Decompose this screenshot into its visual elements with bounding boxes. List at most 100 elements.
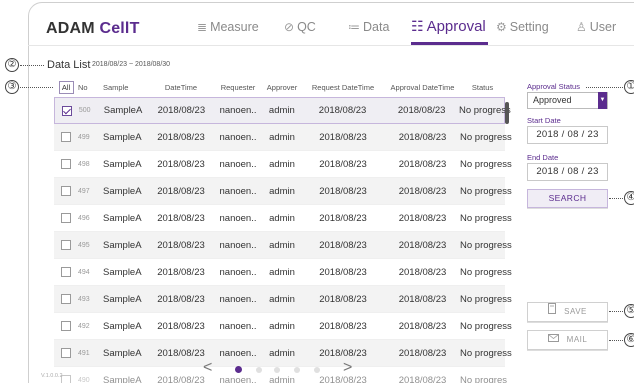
cell-requester: nanoen.. <box>219 158 257 170</box>
data-list-title: Data List <box>47 59 91 71</box>
cell-status: No progress <box>460 158 512 170</box>
table-row[interactable]: 498 SampleA 2018/08/23 nanoen.. admin 2018/08… <box>54 151 512 178</box>
cell-approval-datetime: 2018/08/23 <box>398 212 447 224</box>
row-checkbox[interactable] <box>61 321 71 331</box>
table-row[interactable]: 496 SampleA 2018/08/23 nanoen.. admin 2018/08… <box>54 205 512 232</box>
end-date-field[interactable]: 2018 / 08 / 23 <box>527 163 608 181</box>
data-list-date-range: 2018/08/23 ~ 2018/08/30 <box>92 61 171 68</box>
cell-request-datetime: 2018/08/23 <box>318 105 367 116</box>
cell-approver: admin <box>269 320 295 332</box>
gear-icon: ⚙ <box>496 20 507 34</box>
save-icon <box>548 303 557 321</box>
cell-status: No progress <box>460 131 512 143</box>
row-checkbox[interactable] <box>61 267 71 277</box>
nav-user[interactable]: ♙ User <box>576 20 616 34</box>
table-row[interactable]: 493 SampleA 2018/08/23 nanoen.. admin 2018/08… <box>54 286 512 313</box>
list-icon: ≣ <box>197 20 208 34</box>
cell-status: No progress <box>458 105 511 116</box>
cell-request-datetime: 2018/08/23 <box>319 158 367 170</box>
table-row[interactable]: 492 SampleA 2018/08/23 nanoen.. admin 2018/08… <box>54 313 512 340</box>
nav-divider <box>28 45 634 46</box>
header-datetime: DateTime <box>164 82 198 92</box>
save-button[interactable]: SAVE <box>527 302 608 322</box>
cell-datetime: 2018/08/23 <box>157 293 205 305</box>
cell-requester: nanoen.. <box>219 212 257 224</box>
callout-line <box>20 65 44 66</box>
row-checkbox[interactable] <box>61 186 71 196</box>
cell-sample: SampleA <box>103 212 142 224</box>
cell-request-datetime: 2018/08/23 <box>319 239 367 251</box>
nav-qc[interactable]: ⊘ QC <box>284 20 316 34</box>
next-page-button[interactable]: > <box>343 359 352 377</box>
row-checkbox[interactable] <box>61 132 71 142</box>
header-approver: Approver <box>266 82 298 92</box>
cell-no: 496 <box>78 214 90 222</box>
row-checkbox[interactable] <box>61 240 71 250</box>
dropdown-arrow-icon: ▼ <box>598 92 607 109</box>
user-icon: ♙ <box>576 20 587 34</box>
callout-line <box>609 311 623 312</box>
approval-status-label: Approval Status <box>527 82 580 91</box>
table-row[interactable]: 495 SampleA 2018/08/23 nanoen.. admin 2018/08… <box>54 232 512 259</box>
search-button[interactable]: SEARCH <box>527 189 608 208</box>
table-row[interactable]: 497 SampleA 2018/08/23 nanoen.. admin 2018/08… <box>54 178 512 205</box>
nav-approval[interactable]: ☷ Approval <box>411 18 486 35</box>
cell-no: 492 <box>78 322 90 330</box>
table-row[interactable]: 500 SampleA 2018/08/23 nanoen.. admin 2018/08… <box>54 97 511 124</box>
cell-approval-datetime: 2018/08/23 <box>398 374 447 383</box>
table-row[interactable]: 494 SampleA 2018/08/23 nanoen.. admin 2018/08… <box>54 259 512 286</box>
cell-approval-datetime: 2018/08/23 <box>397 105 446 116</box>
page-dot-3[interactable] <box>274 367 280 373</box>
cell-status: No progress <box>460 320 512 332</box>
cell-approval-datetime: 2018/08/23 <box>398 320 447 332</box>
cell-status: No progres <box>460 374 507 383</box>
callout-3: ③ <box>5 80 19 94</box>
cell-request-datetime: 2018/08/23 <box>319 293 367 305</box>
row-checkbox[interactable] <box>61 213 71 223</box>
cell-no: 490 <box>78 376 90 383</box>
cell-request-datetime: 2018/08/23 <box>319 347 367 359</box>
mail-button[interactable]: MAIL <box>527 330 608 350</box>
nav-measure[interactable]: ≣ Measure <box>197 20 259 34</box>
cell-request-datetime: 2018/08/23 <box>319 212 367 224</box>
row-checkbox[interactable] <box>61 294 71 304</box>
cell-no: 497 <box>78 187 90 195</box>
callout-line <box>609 198 623 199</box>
cell-sample: SampleA <box>103 105 143 116</box>
cell-status: No progress <box>460 212 512 224</box>
page-dot-2[interactable] <box>256 367 262 373</box>
cell-sample: SampleA <box>103 185 142 197</box>
cell-no: 491 <box>78 349 90 357</box>
cell-approver: admin <box>269 131 295 143</box>
cell-sample: SampleA <box>103 131 142 143</box>
approval-status-select[interactable]: Approved ▼ <box>527 92 608 109</box>
page-dot-5[interactable] <box>314 367 320 373</box>
nav-setting[interactable]: ⚙ Setting <box>496 20 549 34</box>
prev-page-button[interactable]: < <box>203 359 212 377</box>
start-date-field[interactable]: 2018 / 08 / 23 <box>527 126 608 144</box>
cell-approver: admin <box>269 185 295 197</box>
table-row[interactable]: 499 SampleA 2018/08/23 nanoen.. admin 2018/08… <box>54 124 512 151</box>
start-date-label: Start Date <box>527 116 561 125</box>
cell-approval-datetime: 2018/08/23 <box>398 347 447 359</box>
cell-datetime: 2018/08/23 <box>157 131 205 143</box>
row-checkbox[interactable] <box>61 348 71 358</box>
page-dot-4[interactable] <box>294 367 300 373</box>
cell-approval-datetime: 2018/08/23 <box>398 131 447 143</box>
table-body: 500 SampleA 2018/08/23 nanoen.. admin 2018/08… <box>54 97 512 383</box>
page-dot-1[interactable] <box>235 366 242 373</box>
header-status: Status <box>471 82 494 92</box>
cell-no: 495 <box>78 241 90 249</box>
header-approval-datetime: Approval DateTime <box>390 82 455 92</box>
scrollbar-thumb[interactable] <box>505 102 509 124</box>
header-request-datetime: Request DateTime <box>311 82 375 92</box>
row-checkbox[interactable] <box>61 105 72 116</box>
row-checkbox[interactable] <box>61 159 71 169</box>
approval-list-icon: ☷ <box>411 18 424 34</box>
callout-line <box>20 87 53 88</box>
cell-requester: nanoen.. <box>219 185 257 197</box>
callout-5: ⑤ <box>624 304 634 318</box>
nav-data[interactable]: ≔ Data <box>348 20 389 34</box>
table-scrollbar[interactable] <box>505 98 509 353</box>
select-all-button[interactable]: All <box>58 80 74 94</box>
